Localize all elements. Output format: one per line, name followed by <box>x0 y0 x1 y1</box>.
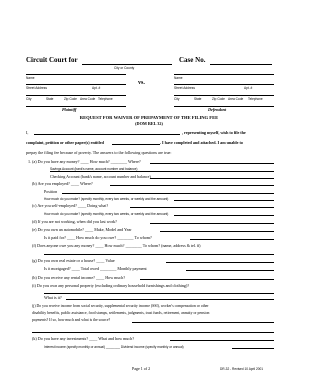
court-label: Circuit Court for <box>26 56 78 64</box>
plaintiff-name-caption: Name <box>26 76 35 80</box>
q1b-howmuch-text: How much do you make? (specify monthly, … <box>44 197 169 201</box>
q1e-text: (e) Do you own an automobile? ____ Make,… <box>32 227 132 232</box>
q1e-paid-text: Is it paid for? ____ How much do you owe… <box>44 235 152 240</box>
q1c-howmuch-line[interactable] <box>174 215 274 216</box>
q1a-text: 1. (a) Do you have any money? ____ How m… <box>28 159 141 164</box>
intro-line1-tail: , representing myself, wish to file the <box>182 130 246 135</box>
form-id: DR-32 - Revised 10 April 2001 <box>220 367 264 371</box>
form-rule: (DOM REL 32) <box>135 121 163 126</box>
intro-line2: complaint, petition or other paper(s) en… <box>26 140 104 145</box>
plaintiff-city-caption: City <box>26 97 32 101</box>
plaintiff-state-caption: State <box>46 97 54 101</box>
q1g-payment-line[interactable] <box>186 270 274 271</box>
q1d-text: (d) If you are not working, when did you… <box>32 219 117 224</box>
defendant-state-caption: State <box>194 97 202 101</box>
court-name-line[interactable] <box>82 64 172 65</box>
q1e-make-line[interactable] <box>160 231 274 232</box>
q1c-text: (c) Are you self-employed? ____ Doing wh… <box>32 203 109 208</box>
defendant-city-line[interactable] <box>174 95 274 96</box>
plaintiff-tel-caption: Telephone <box>98 97 113 101</box>
q1j-answer-line[interactable] <box>132 322 274 323</box>
plaintiff-zip-caption: Zip Code <box>64 97 77 101</box>
form-title: REQUEST FOR WAIVER OF PREPAYMENT OF THE … <box>79 115 219 120</box>
q1b-position-line[interactable] <box>62 193 274 194</box>
q1c-howmuch-text: How much do you make? (specify monthly, … <box>44 212 169 216</box>
case-no-line[interactable] <box>210 64 272 65</box>
q1b-howmuch-line[interactable] <box>174 200 274 201</box>
plaintiff-caption: Plaintiff <box>62 107 77 112</box>
q1k-interest-text: Interest income (specify monthly or annu… <box>44 345 184 349</box>
paper-title-line[interactable] <box>112 144 160 145</box>
defendant-street-caption: Street Address <box>174 86 195 90</box>
q1g-mortgaged-text: Is it mortgaged? ____ Total owed _______… <box>44 266 147 271</box>
q1a-where-line[interactable] <box>150 163 274 164</box>
plaintiff-street-caption: Street Address <box>26 86 47 90</box>
q1j-text: (j) Do you receive income from social se… <box>32 304 209 308</box>
q1a-savings-line[interactable] <box>50 171 274 172</box>
q1i-what-line[interactable] <box>66 299 274 300</box>
q1k-text: (k) Do you have any investments? ____ Wh… <box>32 336 135 341</box>
q1d-line[interactable] <box>150 223 274 224</box>
plaintiff-address-line[interactable] <box>26 84 126 85</box>
q1b-position-text: Position <box>44 189 58 194</box>
q1h-line[interactable] <box>140 279 274 280</box>
defendant-name-caption: Name <box>174 76 183 80</box>
plaintiff-name-line[interactable] <box>26 74 126 75</box>
defendant-address-line[interactable] <box>174 84 274 85</box>
q1a-checking-text: Checking Account (bank's name, account n… <box>50 174 151 179</box>
filer-name-line[interactable] <box>34 134 180 135</box>
q1b-where-line[interactable] <box>110 185 274 186</box>
plaintiff-apt-caption: Apt. # <box>92 86 101 90</box>
intro-line2-tail: . I have completed and attached. I am un… <box>160 140 243 145</box>
case-no-label: Case No. <box>179 56 206 64</box>
q1a-checking-line[interactable] <box>150 178 274 179</box>
plaintiff-area-caption: Area Code <box>80 97 96 101</box>
defendant-zip-caption: Zip Code <box>212 97 225 101</box>
q1k-what-line[interactable] <box>170 340 274 341</box>
defendant-area-caption: Area Code <box>228 97 244 101</box>
defendant-tel-caption: Telephone <box>248 97 263 101</box>
vs-label: vs. <box>138 80 145 86</box>
plaintiff-city-line[interactable] <box>26 95 126 96</box>
defendant-caption: Defendant <box>208 107 227 112</box>
intro-line3: prepay the filing fee because of poverty… <box>26 150 172 155</box>
q1j-answer-line-2[interactable] <box>32 332 274 333</box>
q1c-doing-line[interactable] <box>130 207 274 208</box>
defendant-apt-caption: Apt. # <box>244 86 253 90</box>
q1f-text: (f) Does anyone owe you any money? ____ … <box>32 243 201 248</box>
q1g-value-line[interactable] <box>166 262 274 263</box>
defendant-name-line[interactable] <box>174 74 274 75</box>
q1h-text: (h) Do you receive any rental income? __… <box>32 275 126 280</box>
city-county-caption: City or County <box>114 66 135 70</box>
q1i-line[interactable] <box>44 293 274 294</box>
defendant-city-caption: City <box>174 97 180 101</box>
q1i-what-text: What is it? <box>44 295 62 300</box>
q1b-text: (b) Are you employed? ____ Where? <box>32 181 93 186</box>
q1g-text: (g) Do you own real estate or a house? _… <box>32 258 115 263</box>
q1j-line2-text: disability benefits, public assistance, … <box>32 311 210 315</box>
q1j-line3-text: payments? If so, how much and what is th… <box>32 318 111 322</box>
q1f-line[interactable] <box>44 254 274 255</box>
page-number: Page 1 of 2 <box>132 366 151 371</box>
q1i-text: (i) Do you own any personal property (ex… <box>32 283 190 288</box>
intro-i: I, <box>26 130 29 135</box>
q1k-dividend-line[interactable] <box>232 348 274 349</box>
q1e-towhom-line[interactable] <box>190 239 274 240</box>
